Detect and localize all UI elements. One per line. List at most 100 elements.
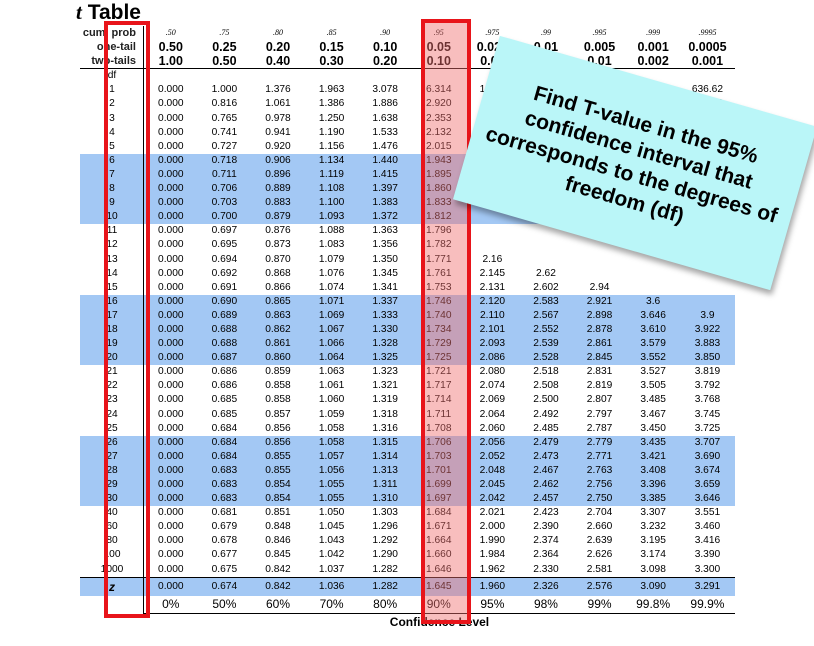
confidence-label-row: Confidence Level [80,612,735,630]
t-value: 0.876 [265,225,291,237]
t-value: 0.694 [211,253,238,265]
t-value: 0.000 [144,308,198,323]
t-value: 2.485 [533,422,559,434]
t-value: 1.290 [372,549,398,561]
cum_prob-cell: .975 [485,28,500,37]
t-value: 1.055 [304,492,359,507]
t-value: 1.134 [304,153,359,168]
two_tails-cell: 0.30 [304,54,359,70]
t-value: 2.492 [533,408,559,420]
t-value: 1.055 [304,478,359,493]
t-value: 0.859 [265,366,291,378]
t-value: 1.060 [318,394,345,406]
t-value: 2.048 [465,463,520,478]
t-value: 1.372 [358,210,412,225]
t-value: 1.056 [304,463,359,478]
table-row: 19 0.000 0.688 0.861 1.066 1.328 1.729 2.093 2.5… [80,337,735,352]
t-value [680,281,735,295]
t-value: 1.061 [318,380,345,392]
t-value: 1.356 [372,239,398,251]
t-value: 1.059 [318,408,345,420]
t-value: 1.303 [372,507,398,519]
one_tail-cell: 0.0005 [688,40,727,55]
t-value: 0.000 [158,140,184,152]
t-value: 3.690 [679,449,735,464]
t-value: 0.856 [265,422,291,434]
t-value: 0.865 [251,294,305,309]
t-value: 0.854 [251,478,305,493]
t-value: 3.527 [640,366,666,378]
t-value: 0.683 [197,478,252,493]
confidence-row: 0% 50% 60% 70% 80% 90% 95% 98% 99% 99.8% 99.9% [80,596,735,614]
t-value: 1.363 [372,225,398,237]
t-value: 0.000 [158,394,184,406]
t-value: 0.879 [251,210,305,225]
t-value: 3.300 [694,563,721,575]
table-row: 60 0.000 0.679 0.848 1.045 1.296 1.671 2.000 2.3… [80,520,735,534]
t-value [573,267,627,281]
t-value [626,267,680,281]
t-value: 1.533 [372,126,398,138]
t-value: 1.088 [318,225,345,237]
t-value: 0.695 [211,239,238,251]
t-value: 2.62 [536,267,556,279]
t-value: 0.711 [197,167,252,183]
t-value: 2.093 [465,337,520,352]
t-value: 2.763 [572,463,627,478]
cum_prob-cell: .9995 [698,28,717,37]
t-value: 1.058 [304,435,359,450]
t-value: 0.000 [144,435,198,450]
t-value: 3.646 [679,492,735,507]
t-value: 2.660 [586,521,613,533]
t-value: 2.831 [586,366,613,378]
t-value: 3.646 [626,308,680,323]
table-row: 18 0.000 0.688 0.862 1.067 1.330 1.734 2.101 2.5… [80,322,735,338]
t-value: 2.000 [479,521,506,533]
t-value: 2.467 [519,463,573,478]
t-value: 2.423 [533,507,559,519]
t-value: 0.000 [158,549,184,561]
table-row: 24 0.000 0.685 0.857 1.059 1.318 1.711 2.064 2.4… [80,408,735,422]
t-value: 3.174 [640,549,666,561]
z-value: 2.576 [572,576,627,596]
t-value: 0.690 [197,294,252,309]
t-value: 0.889 [251,182,305,197]
t-value: 0.000 [158,535,184,547]
t-value: 1.310 [358,492,412,507]
t-value: 2.921 [572,294,627,309]
t-value: 2.120 [465,294,520,309]
t-value: 1.067 [304,322,359,338]
table-row: 28 0.000 0.683 0.855 1.056 1.313 1.701 2.048 2.4… [80,463,735,478]
t-value: 0.691 [211,281,238,293]
t-value: 2.330 [533,563,559,575]
confidence-value: 95% [480,596,505,611]
cum_prob-cell: .90 [380,28,391,37]
t-value [573,253,627,267]
t-value: 2.639 [586,535,613,547]
t-value: 1.083 [318,239,345,251]
t-value: 2.042 [465,492,520,507]
t-value: 2.457 [519,492,573,507]
t-value: 1.093 [304,210,359,225]
t-value: 0.703 [197,196,252,211]
t-value: 3.307 [640,507,666,519]
t-value: 2.750 [572,492,627,507]
empty-cell [251,69,305,84]
t-value: 1.063 [318,366,345,378]
t-value: 1.350 [372,253,398,265]
t-value: 1.282 [372,563,398,575]
t-value: 1.397 [358,182,412,197]
t-value: 1.638 [372,112,398,124]
t-value: 1.962 [479,563,506,575]
table-row: 14 0.000 0.692 0.868 1.076 1.345 1.761 2.145 2.6… [80,267,735,281]
t-value: 0.686 [211,366,238,378]
t-value: 3.078 [372,84,398,96]
t-value: 0.920 [265,140,291,152]
t-value: 1.050 [318,507,345,519]
t-value: 2.364 [533,549,559,561]
t-value: 2.787 [586,422,613,434]
t-value: 0.000 [158,563,184,575]
t-value: 0.687 [197,351,252,366]
two_tails-cell: 0.20 [358,54,412,70]
t-value: 1.990 [479,535,506,547]
